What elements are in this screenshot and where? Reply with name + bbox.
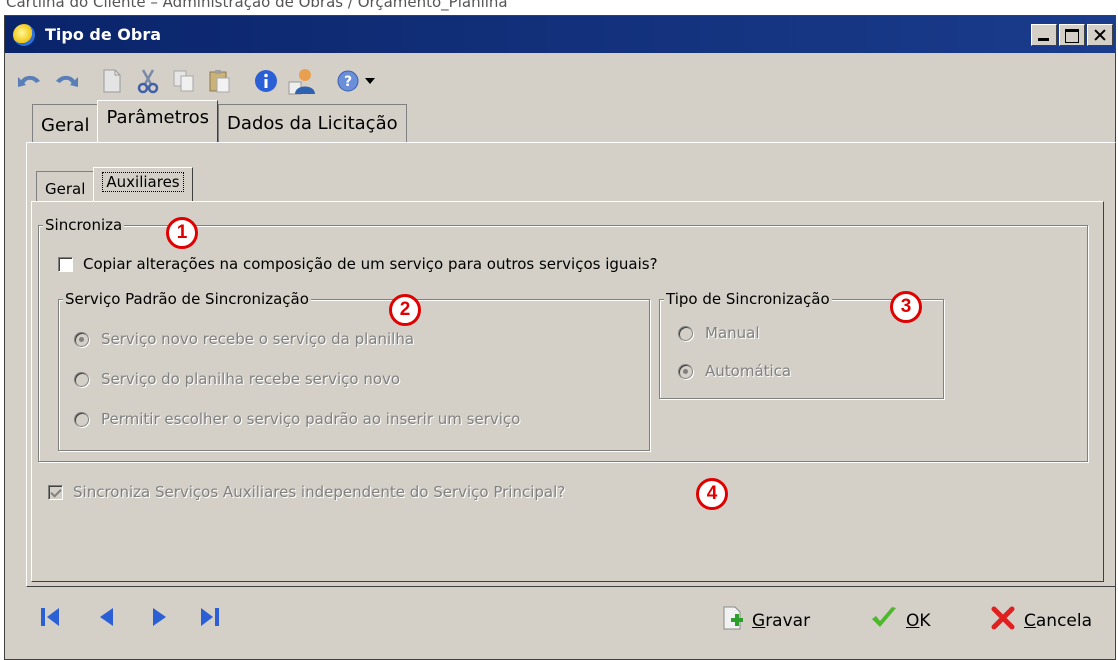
radio-manual[interactable]	[678, 325, 693, 341]
ok-button[interactable]: OK	[870, 605, 931, 636]
tab-dados-licitacao[interactable]: Dados da Licitação	[218, 104, 407, 142]
option-label: Serviço do planilha recebe serviço novo	[101, 370, 401, 388]
radio-servico-novo[interactable]	[74, 331, 89, 347]
previous-record-icon[interactable]	[92, 604, 120, 630]
dropdown-icon[interactable]	[363, 66, 377, 96]
option-label: Permitir escolher o serviço padrão ao in…	[101, 410, 521, 428]
callout-1: 1	[166, 217, 198, 249]
cancel-icon	[990, 605, 1016, 636]
cancela-label: Cancela	[1024, 610, 1093, 631]
radio-automatica[interactable]	[678, 363, 693, 379]
next-record-icon[interactable]	[146, 604, 174, 630]
gravar-button[interactable]: Gravar	[722, 605, 810, 636]
svg-text:?: ?	[344, 74, 352, 90]
app-icon	[13, 23, 35, 46]
close-button[interactable]	[1087, 24, 1113, 46]
ok-label: OK	[906, 610, 931, 631]
tab-parametros[interactable]: Parâmetros	[97, 100, 219, 142]
page-header: Cartilha do Cliente – Administração de O…	[6, 0, 508, 11]
subtab-auxiliares[interactable]: Auxiliares	[93, 167, 193, 201]
title-bar[interactable]: Tipo de Obra	[5, 16, 1115, 53]
option-label: Automática	[705, 362, 792, 380]
check-icon	[870, 605, 898, 636]
minimize-button[interactable]	[1031, 24, 1057, 46]
paste-icon[interactable]	[205, 66, 235, 96]
user-icon[interactable]	[287, 66, 317, 96]
cut-icon[interactable]	[133, 66, 163, 96]
sincroniza-legend: Sincroniza	[43, 216, 125, 234]
save-icon	[722, 605, 744, 636]
copy-changes-row[interactable]: Copiar alterações na composição de um se…	[58, 255, 658, 273]
option-servico-planilha[interactable]: Serviço do planilha recebe serviço novo	[74, 370, 400, 388]
copy-icon[interactable]	[169, 66, 199, 96]
window-title: Tipo de Obra	[45, 25, 162, 44]
callout-2: 2	[389, 294, 421, 326]
tab-label: Geral	[41, 115, 90, 136]
redo-icon[interactable]	[51, 66, 81, 96]
option-label: Serviço novo recebe o serviço da planilh…	[101, 330, 415, 348]
tab-geral[interactable]: Geral	[32, 104, 98, 142]
option-servico-novo[interactable]: Serviço novo recebe o serviço da planilh…	[74, 330, 414, 348]
tipo-sincronizacao-legend: Tipo de Sincronização	[664, 290, 832, 308]
maximize-button[interactable]	[1059, 24, 1085, 46]
bottom-bar: Gravar OK Cancela	[0, 590, 1110, 644]
tab-label: Parâmetros	[106, 107, 210, 128]
undo-icon[interactable]	[15, 66, 45, 96]
first-record-icon[interactable]	[36, 604, 64, 630]
servico-padrao-legend: Serviço Padrão de Sincronização	[63, 290, 311, 308]
subtab-label: Auxiliares	[102, 172, 184, 192]
copy-changes-checkbox[interactable]	[58, 256, 73, 272]
radio-permitir-escolher[interactable]	[74, 411, 89, 427]
tab-label: Dados da Licitação	[227, 113, 398, 134]
gravar-label: Gravar	[752, 610, 811, 631]
radio-servico-planilha[interactable]	[74, 371, 89, 387]
aux-sync-label: Sincroniza Serviços Auxiliares independe…	[73, 483, 566, 501]
callout-4: 4	[696, 478, 728, 510]
cancela-button[interactable]: Cancela	[990, 605, 1092, 636]
callout-3: 3	[890, 291, 922, 323]
new-icon[interactable]	[97, 66, 127, 96]
option-label: Manual	[705, 324, 760, 342]
help-icon[interactable]: ?	[333, 66, 363, 96]
subtab-geral[interactable]: Geral	[36, 171, 94, 201]
main-tabs: Geral Parâmetros Dados da Licitação	[32, 100, 407, 142]
last-record-icon[interactable]	[196, 604, 224, 630]
subtab-label: Geral	[45, 180, 86, 198]
sub-tabs: Geral Auxiliares	[36, 167, 193, 201]
info-icon[interactable]	[251, 66, 281, 96]
copy-changes-label: Copiar alterações na composição de um se…	[83, 255, 658, 273]
aux-sync-checkbox[interactable]	[48, 484, 63, 500]
aux-sync-row[interactable]: Sincroniza Serviços Auxiliares independe…	[48, 483, 565, 501]
option-permitir-escolher[interactable]: Permitir escolher o serviço padrão ao in…	[74, 410, 520, 428]
option-automatica[interactable]: Automática	[678, 362, 791, 380]
option-manual[interactable]: Manual	[678, 324, 760, 342]
